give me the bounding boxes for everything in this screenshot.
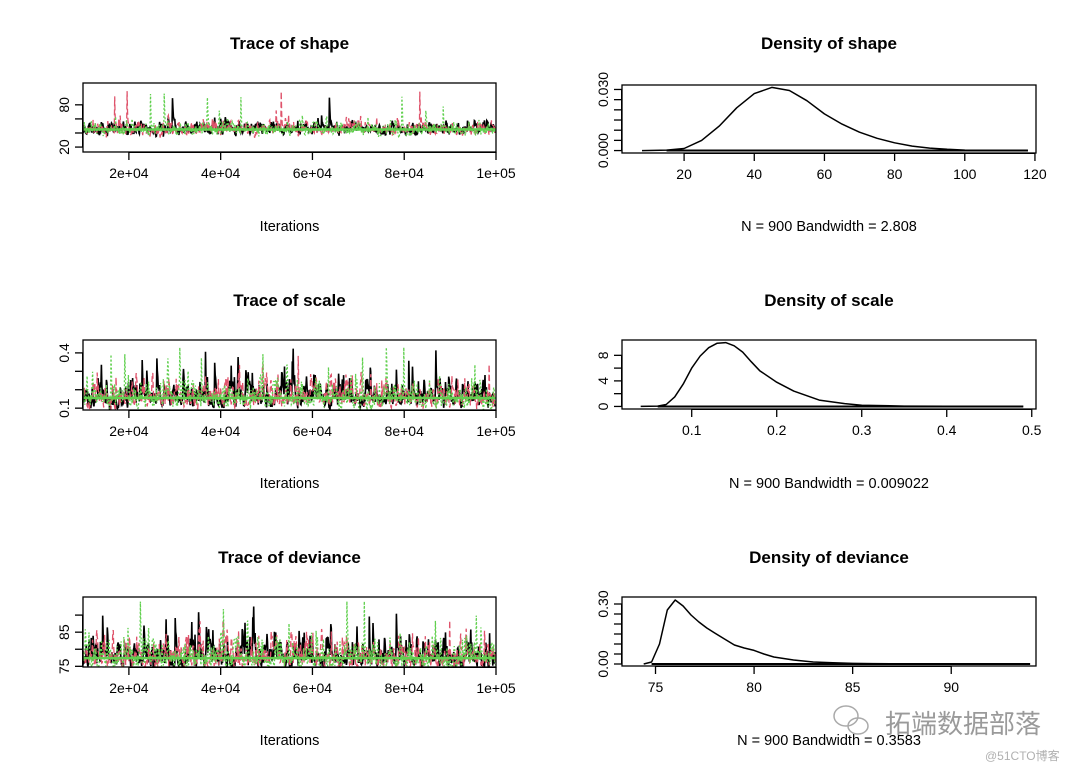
x-tick-label: 8e+04 [385, 680, 425, 696]
density-curve [641, 86, 1028, 152]
y-tick-label: 0.030 [595, 72, 611, 107]
density-curve [640, 341, 1024, 408]
chart-title: Trace of scale [233, 291, 345, 310]
panel-0: Trace of shape Iterations 2e+04 4e+04 6e+04 8… [56, 34, 516, 235]
x-tick-label: 0.5 [1022, 422, 1042, 438]
y-tick-label: 8 [595, 351, 611, 359]
chart-title: Trace of deviance [218, 548, 361, 567]
panel-3: Density of scale N = 900 Bandwidth = 0.00… [595, 291, 1042, 492]
y-tick-label: 4 [595, 377, 611, 385]
x-tick-label: 80 [746, 679, 762, 695]
x-tick-label: 20 [676, 166, 692, 182]
plot-area [83, 91, 496, 140]
panel-1: Density of shape N = 900 Bandwidth = 2.80… [595, 34, 1047, 235]
plot-box [82, 82, 497, 153]
x-tick-label: 2e+04 [109, 423, 149, 439]
x-tick-label: 75 [648, 679, 664, 695]
chart-title: Density of scale [764, 291, 893, 310]
panel-4: Trace of deviance Iterations 2e+04 4e+04 6e+… [56, 548, 516, 749]
plot-area [643, 599, 1031, 665]
mcmc-diagnostics-figure: Trace of shape Iterations 2e+04 4e+04 6e+04 8… [56, 34, 1060, 763]
x-tick-label: 80 [887, 166, 903, 182]
x-tick-label: 1e+05 [476, 680, 516, 696]
x-tick-label: 0.2 [767, 422, 787, 438]
chart-title: Density of deviance [749, 548, 909, 567]
x-tick-label: 0.1 [682, 422, 702, 438]
y-tick-label: 0 [595, 402, 611, 410]
x-tick-label: 6e+04 [293, 423, 333, 439]
y-tick-label: 75 [56, 658, 72, 674]
y-tick-label: 0.30 [595, 590, 611, 617]
y-tick-label: 0.00 [595, 650, 611, 677]
x-axis-label: Iterations [260, 476, 320, 492]
density-curve [643, 599, 1031, 665]
chart-title: Trace of shape [230, 34, 349, 53]
x-tick-label: 8e+04 [385, 165, 425, 181]
x-tick-label: 0.4 [937, 422, 957, 438]
watermark-site: @51CTO博客 [985, 748, 1060, 763]
x-tick-label: 40 [746, 166, 762, 182]
plot-area [640, 341, 1024, 408]
x-axis-label: N = 900 Bandwidth = 0.009022 [729, 476, 929, 492]
plot-area [83, 601, 496, 667]
x-tick-label: 2e+04 [109, 680, 149, 696]
x-axis-label: Iterations [260, 219, 320, 235]
wechat-icon [833, 705, 869, 735]
x-tick-label: 6e+04 [293, 680, 333, 696]
chart-title: Density of shape [761, 34, 897, 53]
plot-area [83, 347, 496, 410]
x-tick-label: 8e+04 [385, 423, 425, 439]
x-tick-label: 6e+04 [293, 165, 333, 181]
plot-area [641, 86, 1028, 152]
y-tick-label: 85 [56, 624, 72, 640]
y-tick-label: 80 [56, 97, 72, 113]
plot-box [621, 339, 1037, 410]
plot-box [621, 84, 1037, 154]
x-tick-label: 120 [1023, 166, 1047, 182]
x-tick-label: 90 [943, 679, 959, 695]
y-tick-label: 0.4 [56, 343, 72, 363]
x-tick-label: 1e+05 [476, 165, 516, 181]
y-tick-label: 0.1 [56, 398, 72, 418]
y-tick-label: 0.000 [595, 133, 611, 168]
x-axis-label: Iterations [260, 733, 320, 749]
watermark-brand: 拓端数据部落 [885, 709, 1041, 739]
x-tick-label: 1e+05 [476, 423, 516, 439]
x-tick-label: 60 [817, 166, 833, 182]
x-tick-label: 4e+04 [201, 423, 241, 439]
y-tick-label: 20 [56, 139, 72, 155]
x-tick-label: 4e+04 [201, 680, 241, 696]
x-tick-label: 2e+04 [109, 165, 149, 181]
x-tick-label: 4e+04 [201, 165, 241, 181]
x-tick-label: 0.3 [852, 422, 872, 438]
x-tick-label: 85 [845, 679, 861, 695]
panel-2: Trace of scale Iterations 2e+04 4e+04 6e+04 8… [56, 291, 516, 492]
x-axis-label: N = 900 Bandwidth = 2.808 [741, 219, 917, 235]
x-tick-label: 100 [953, 166, 977, 182]
